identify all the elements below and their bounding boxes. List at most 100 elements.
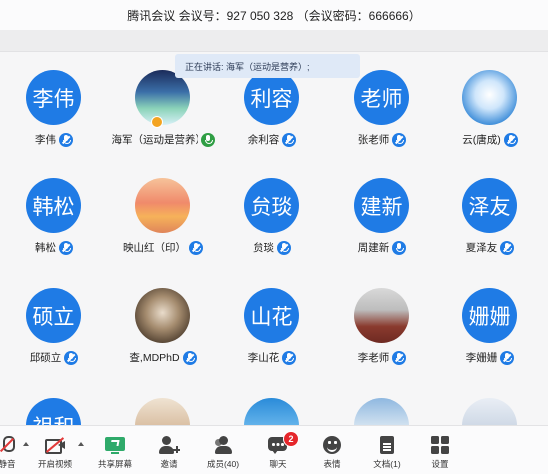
participant-avatar: 老师 xyxy=(354,70,409,125)
participant-avatar: 泽友 xyxy=(462,178,517,233)
participant-avatar: 李伟 xyxy=(26,70,81,125)
participant-name-row: 李山花 xyxy=(217,350,327,365)
participant-name-row: 李姗姗 xyxy=(435,350,545,365)
participant-photo-avatar xyxy=(354,288,409,343)
participant-name-row: 查,MDPhD xyxy=(108,350,218,365)
participant-name: 云(唐成) xyxy=(462,134,501,146)
participant-name: 余利容 xyxy=(247,134,280,146)
participant-name: 海军（运动是营养） xyxy=(111,134,198,146)
participant-name: 邱硕立 xyxy=(29,352,62,364)
participant-name-row: 云(唐成) xyxy=(435,132,545,147)
members-label: 成员(40) xyxy=(206,459,240,469)
mic-icon xyxy=(200,132,215,147)
share-screen-button[interactable]: 共享屏幕 xyxy=(96,426,134,474)
participant-name-row: 贠琰 xyxy=(217,240,327,255)
participant-tile[interactable]: 泽友 夏泽友 xyxy=(435,160,545,270)
participant-name: 查,MDPhD xyxy=(129,352,180,364)
mic-muted-icon xyxy=(182,350,197,365)
participant-name: 李老师 xyxy=(357,352,390,364)
host-badge-icon xyxy=(151,116,163,128)
mic-muted-icon xyxy=(500,240,515,255)
mic-muted-icon xyxy=(282,132,297,147)
camera-off-icon xyxy=(44,435,66,455)
participant-tile[interactable]: 贠琰 贠琰 xyxy=(217,160,327,270)
participant-name-row: 夏泽友 xyxy=(435,240,545,255)
share-label: 共享屏幕 xyxy=(97,459,132,469)
mic-muted-icon xyxy=(282,350,297,365)
participant-photo-avatar xyxy=(244,398,299,425)
speaking-text: 正在讲话: 海军（运动是营养）; xyxy=(185,61,310,72)
participant-tile[interactable] xyxy=(108,380,218,425)
mic-muted-icon xyxy=(59,132,73,147)
participant-tile[interactable] xyxy=(327,380,437,425)
participant-tile[interactable]: 祖和 xyxy=(0,380,109,425)
chat-label: 聊天 xyxy=(269,459,287,469)
participant-name: 李姗姗 xyxy=(465,352,498,364)
participant-avatar: 利容 xyxy=(244,70,299,125)
settings-label: 设置 xyxy=(431,459,449,469)
members-button[interactable]: 成员(40) xyxy=(204,426,242,474)
audio-options-caret-icon[interactable] xyxy=(23,442,29,446)
mic-muted-icon xyxy=(189,240,203,255)
participant-avatar: 姗姗 xyxy=(462,288,517,343)
mute-button[interactable]: 静音 xyxy=(0,426,22,474)
emoji-button[interactable]: 表情 xyxy=(318,426,346,474)
members-icon xyxy=(212,435,234,455)
participant-avatar: 祖和 xyxy=(26,398,81,425)
video-button[interactable]: 开启视频 xyxy=(36,426,74,474)
participant-photo-avatar xyxy=(135,398,190,425)
participant-tile[interactable]: 山花 李山花 xyxy=(217,270,327,380)
microphone-off-icon xyxy=(0,435,18,455)
participant-tile[interactable]: 李老师 xyxy=(327,270,437,380)
participant-name-row: 余利容 xyxy=(217,132,327,147)
meeting-title: 腾讯会议 会议号：927 050 328 （会议密码：666666） xyxy=(127,8,421,23)
emoji-icon xyxy=(321,435,343,455)
participant-avatar: 硕立 xyxy=(26,288,81,343)
participant-tile[interactable] xyxy=(435,380,545,425)
documents-label: 文档(1) xyxy=(373,459,401,469)
participant-name: 李山花 xyxy=(247,352,280,364)
participant-photo-avatar xyxy=(462,398,517,425)
participant-photo-avatar xyxy=(354,398,409,425)
participant-tile[interactable]: 云(唐成) xyxy=(435,52,545,162)
participant-tile[interactable] xyxy=(217,380,327,425)
participant-tile[interactable]: 查,MDPhD xyxy=(108,270,218,380)
document-icon xyxy=(376,435,398,455)
documents-button[interactable]: 文档(1) xyxy=(368,426,406,474)
share-screen-icon xyxy=(104,435,126,455)
participant-tile[interactable]: 李伟 李伟 xyxy=(0,52,109,162)
participant-tile[interactable]: 映山红（印） xyxy=(108,160,218,270)
mute-label: 静音 xyxy=(0,459,16,469)
add-user-icon xyxy=(158,435,180,455)
video-options-caret-icon[interactable] xyxy=(78,442,84,446)
participant-avatar: 建新 xyxy=(354,178,409,233)
participant-photo-avatar xyxy=(135,70,190,125)
participant-photo-avatar xyxy=(135,178,190,233)
participant-name-row: 海军（运动是营养） xyxy=(108,132,218,147)
speaking-indicator: 正在讲话: 海军（运动是营养）; xyxy=(175,54,360,78)
participant-photo-avatar xyxy=(462,70,517,125)
settings-button[interactable]: 设置 xyxy=(426,426,454,474)
participant-name: 映山红（印） xyxy=(123,242,186,254)
participant-name: 韩松 xyxy=(35,242,56,254)
participant-name: 夏泽友 xyxy=(465,242,498,254)
participant-name-row: 映山红（印） xyxy=(108,240,218,255)
top-subbar xyxy=(0,30,548,52)
mic-muted-icon xyxy=(277,240,291,255)
participant-name-row: 邱硕立 xyxy=(0,350,109,365)
participant-photo-avatar xyxy=(135,288,190,343)
mic-muted-icon xyxy=(59,240,73,255)
invite-button[interactable]: 邀请 xyxy=(154,426,184,474)
meeting-toolbar: 静音 开启视频 共享屏幕 邀请 成员(40) 聊天 表情 文档(1) 设置 xyxy=(0,425,548,474)
video-label: 开启视频 xyxy=(37,459,72,469)
participant-name: 李伟 xyxy=(35,134,56,146)
settings-grid-icon xyxy=(429,435,451,455)
participant-tile[interactable]: 建新 周建新 xyxy=(327,160,437,270)
participant-grid: 李伟 李伟 海军（运动是营养） 利容 余利容 老师 张老师 云(唐成) 韩松 韩松 映山红（印） 贠琰… xyxy=(0,52,548,425)
participant-tile[interactable]: 硕立 邱硕立 xyxy=(0,270,109,380)
participant-name-row: 李伟 xyxy=(0,132,109,147)
chat-unread-badge: 2 xyxy=(283,431,299,447)
participant-tile[interactable]: 韩松 韩松 xyxy=(0,160,109,270)
participant-avatar: 韩松 xyxy=(26,178,81,233)
participant-tile[interactable]: 姗姗 李姗姗 xyxy=(435,270,545,380)
